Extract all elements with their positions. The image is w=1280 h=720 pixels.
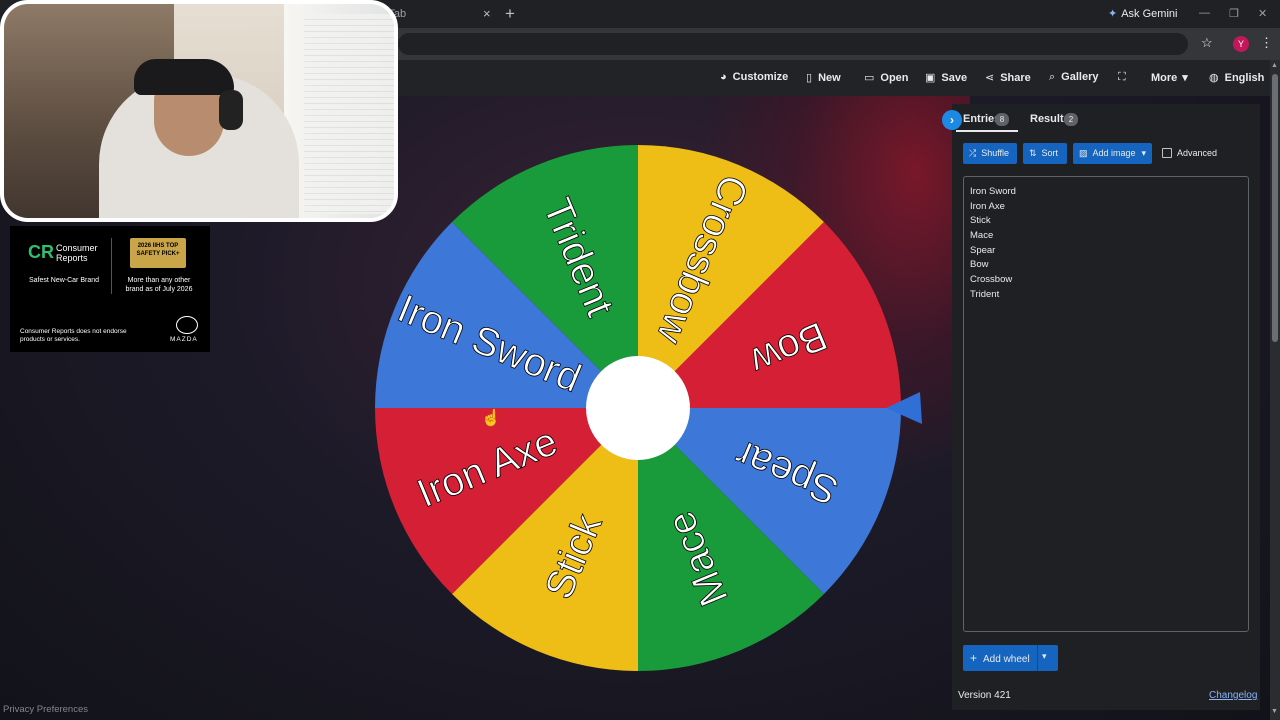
add-wheel-separator — [1037, 645, 1038, 671]
mazda-name: MAZDA — [170, 336, 198, 343]
webcam-headset — [219, 90, 243, 130]
wheel-center-button[interactable] — [586, 356, 690, 460]
entries-count-badge: 8 — [995, 113, 1009, 126]
shuffle-label: Shuffle — [981, 148, 1010, 158]
entry-line[interactable]: Bow — [970, 259, 988, 270]
scroll-down-icon[interactable]: ▼ — [1271, 708, 1278, 715]
scroll-up-icon[interactable]: ▲ — [1271, 62, 1278, 69]
add-image-label: Add image — [1092, 148, 1136, 158]
sort-icon: ⇅ — [1029, 148, 1037, 158]
entry-line[interactable]: Stick — [970, 215, 991, 226]
sort-label: Sort — [1041, 148, 1059, 158]
changelog-link[interactable]: Changelog — [1209, 690, 1257, 701]
sort-button[interactable]: ⇅ Sort — [1023, 143, 1067, 164]
add-wheel-label: Add wheel — [983, 654, 1030, 665]
add-wheel-label-wrap[interactable]: + Add wheel — [970, 651, 1030, 665]
hand-cursor-icon: ☝ — [481, 410, 501, 427]
webcam-blinds — [304, 14, 394, 214]
consumer-reports-name: Consumer Reports — [56, 243, 98, 263]
shuffle-icon: ⤮ — [969, 148, 977, 158]
ad-safest-text: Safest New-Car Brand — [28, 277, 100, 284]
entry-line[interactable]: Crossbow — [970, 274, 1012, 285]
image-icon: ▨ — [1079, 148, 1088, 158]
version-label: Version 421 — [958, 690, 1011, 701]
add-wheel-dropdown-icon[interactable]: ▾ — [1042, 651, 1047, 662]
entries-textarea[interactable] — [963, 176, 1249, 632]
mazda-logo-icon — [176, 316, 198, 334]
ad-disclaimer: Consumer Reports does not endorse produc… — [20, 328, 127, 343]
plus-icon: + — [970, 651, 978, 665]
entry-line[interactable]: Mace — [970, 230, 993, 241]
advanced-label: Advanced — [1177, 148, 1218, 158]
add-image-chevron-icon: ▾ — [1141, 148, 1147, 158]
ad-more-text: More than any other brand as of July 202… — [125, 277, 193, 293]
consumer-reports-logo: CR — [28, 242, 54, 262]
privacy-preferences-link[interactable]: Privacy Preferences — [3, 704, 88, 715]
add-image-button[interactable]: ▨ Add image ▾ — [1073, 143, 1152, 164]
results-count-badge: 2 — [1064, 113, 1078, 126]
entry-line[interactable]: Iron Sword — [970, 186, 1016, 197]
webcam-overlay — [0, 0, 398, 222]
advertisement[interactable]: CR Consumer Reports 2026 IIHS TOP SAFETY… — [10, 226, 210, 352]
entry-line[interactable]: Iron Axe — [970, 201, 1005, 212]
collapse-panel-chevron-icon[interactable]: › — [942, 110, 962, 130]
advanced-checkbox[interactable] — [1162, 148, 1172, 158]
active-tab-indicator — [956, 130, 1018, 132]
webcam-person-cap — [134, 59, 234, 95]
ad-divider — [111, 238, 112, 294]
entry-line[interactable]: Trident — [970, 289, 999, 300]
shuffle-button[interactable]: ⤮ Shuffle — [963, 143, 1017, 164]
scrollbar-thumb[interactable] — [1272, 74, 1278, 342]
iihs-badge: 2026 IIHS TOP SAFETY PICK+ — [130, 238, 186, 268]
entry-line[interactable]: Spear — [970, 245, 995, 256]
